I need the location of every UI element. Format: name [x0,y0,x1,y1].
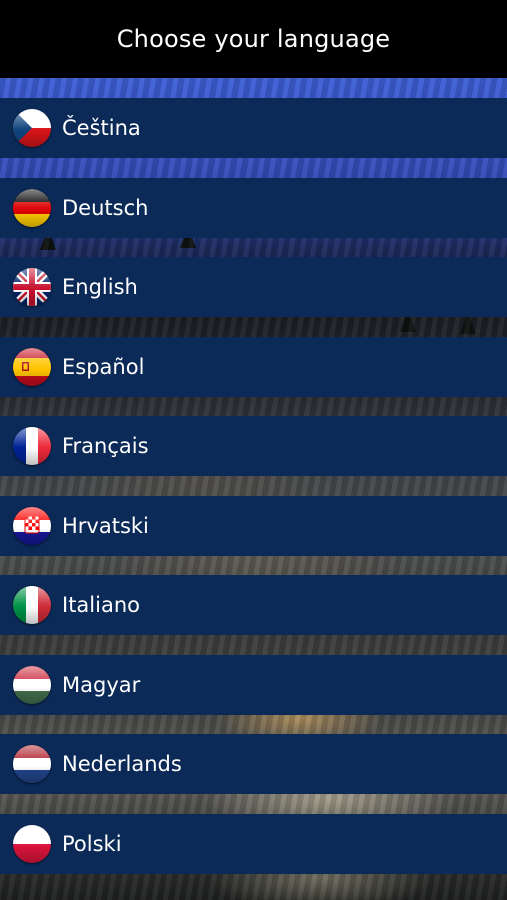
page-title: Choose your language [116,25,391,53]
language-label: English [62,275,138,299]
header-bar: Choose your language [0,0,507,78]
language-label: Čeština [62,116,141,140]
uk-flag-icon [13,268,51,306]
croatian-flag-icon [13,506,51,545]
czech-flag-icon [13,109,51,147]
polish-flag-icon [13,824,51,863]
language-label: Español [62,354,145,379]
language-label: Français [62,434,149,458]
language-item-nederlands[interactable]: Nederlands [0,734,507,794]
spanish-flag-icon [13,347,51,386]
german-flag-icon [13,188,51,227]
french-flag-icon [13,427,51,465]
language-item-magyar[interactable]: Magyar [0,654,507,715]
hungarian-flag-icon [13,665,51,704]
language-item-cestina[interactable]: Čeština [0,98,507,158]
language-item-english[interactable]: English [0,257,507,317]
language-item-polski[interactable]: Polski [0,813,507,874]
language-label: Magyar [62,672,141,697]
language-item-hrvatski[interactable]: Hrvatski [0,495,507,556]
language-label: Deutsch [62,195,149,220]
language-label: Hrvatski [62,513,149,538]
italian-flag-icon [13,586,51,624]
language-item-deutsch[interactable]: Deutsch [0,177,507,238]
language-item-italiano[interactable]: Italiano [0,575,507,635]
language-label: Polski [62,831,122,856]
language-item-francais[interactable]: Français [0,416,507,476]
language-label: Italiano [62,593,140,617]
language-item-espanol[interactable]: Español [0,336,507,397]
language-label: Nederlands [62,752,182,776]
language-list: Čeština Deutsch English Español Français… [0,98,507,893]
dutch-flag-icon [13,745,51,783]
